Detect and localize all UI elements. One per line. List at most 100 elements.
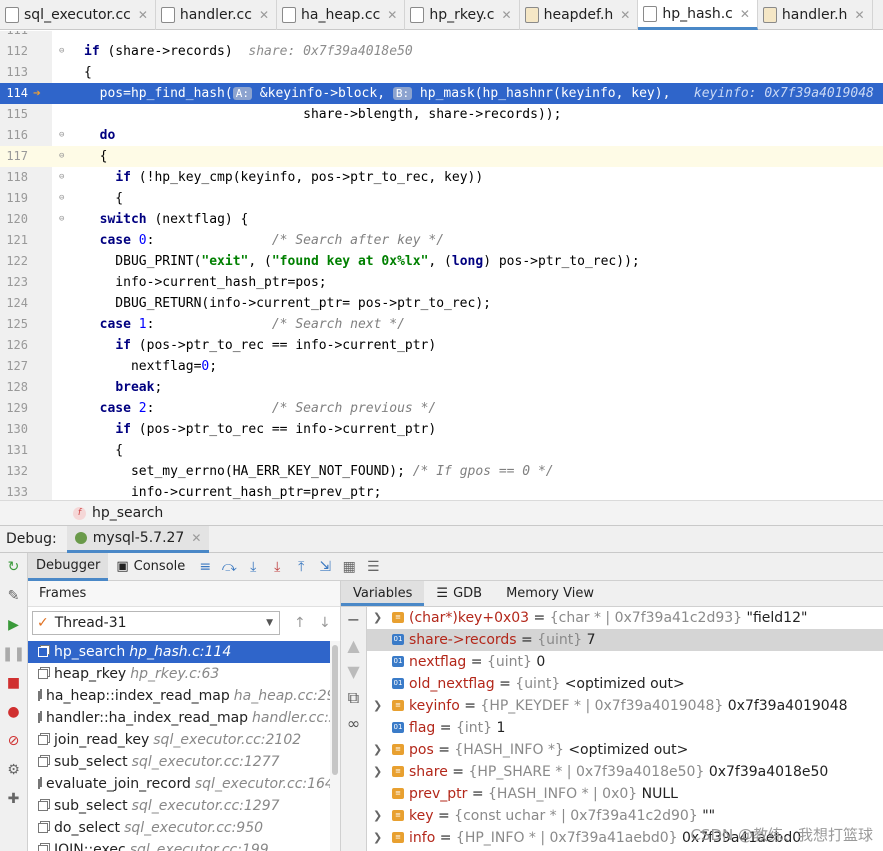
- line-number[interactable]: 127: [0, 356, 28, 377]
- code-line[interactable]: 112 if (share->records) share: 0x7f39a401…: [0, 41, 883, 62]
- code-line[interactable]: 115 share->blength, share->records));: [0, 104, 883, 125]
- fold-icon[interactable]: ⊖: [59, 209, 64, 230]
- line-number[interactable]: 128: [0, 377, 28, 398]
- line-number[interactable]: 115: [0, 104, 28, 125]
- code-line[interactable]: 111: [0, 31, 883, 41]
- breadcrumb-function[interactable]: hp_search: [92, 505, 163, 521]
- tab-debugger[interactable]: Debugger: [28, 552, 109, 581]
- line-number[interactable]: 114: [0, 83, 28, 104]
- line-number[interactable]: 132: [0, 461, 28, 482]
- code-line[interactable]: 132 set_my_errno(HA_ERR_KEY_NOT_FOUND); …: [0, 461, 883, 482]
- close-icon[interactable]: ✕: [387, 8, 397, 22]
- resume-icon[interactable]: ▶: [0, 611, 27, 640]
- arrow-up-icon[interactable]: ↑: [294, 615, 306, 631]
- copy-icon[interactable]: ⧉: [341, 685, 366, 711]
- close-icon[interactable]: ✕: [854, 8, 864, 22]
- code-line[interactable]: 126 if (pos->ptr_to_rec == info->current…: [0, 335, 883, 356]
- breadcrumb[interactable]: f hp_search: [0, 500, 883, 525]
- variable-row[interactable]: ≡ prev_ptr = {HASH_INFO * | 0x0} NULL: [367, 783, 883, 805]
- chevron-right-icon[interactable]: ❯: [373, 827, 382, 849]
- tab-console[interactable]: ▣ Console: [108, 553, 193, 581]
- fold-icon[interactable]: ⊖: [59, 188, 64, 209]
- layout-icon[interactable]: ☰: [361, 559, 385, 575]
- code-line[interactable]: 120 switch (nextflag) {⊖: [0, 209, 883, 230]
- run-to-cursor-icon[interactable]: ⇲: [313, 559, 337, 575]
- code-line[interactable]: 123 info->current_hash_ptr=pos;: [0, 272, 883, 293]
- line-number[interactable]: 133: [0, 482, 28, 500]
- frame-item[interactable]: sub_select sql_executor.cc:1297: [28, 795, 330, 817]
- variable-row[interactable]: 01 flag = {int} 1: [367, 717, 883, 739]
- code-line[interactable]: 117 {⊖: [0, 146, 883, 167]
- code-line[interactable]: 133 info->current_hash_ptr=prev_ptr;: [0, 482, 883, 500]
- tab-heapdef-h[interactable]: heapdef.h ✕: [520, 0, 639, 30]
- code-line[interactable]: 113 {: [0, 62, 883, 83]
- close-icon[interactable]: ✕: [620, 8, 630, 22]
- step-out-icon[interactable]: ⤒: [289, 559, 313, 575]
- debug-session-tab[interactable]: mysql-5.7.27 ✕: [66, 525, 210, 553]
- variable-row[interactable]: 01 share->records = {uint} 7: [367, 629, 883, 651]
- close-icon[interactable]: ✕: [259, 8, 269, 22]
- view-breakpoints-icon[interactable]: ●: [0, 698, 27, 727]
- fold-icon[interactable]: ⊖: [59, 41, 64, 62]
- line-number[interactable]: 125: [0, 314, 28, 335]
- line-number[interactable]: 118: [0, 167, 28, 188]
- settings-wrench-icon[interactable]: ✎: [0, 582, 27, 611]
- fold-icon[interactable]: ⊖: [59, 167, 64, 188]
- step-over-icon[interactable]: ⤼: [217, 559, 241, 575]
- fold-icon[interactable]: ⊖: [59, 146, 64, 167]
- variable-row[interactable]: ❯ ≡ (char*)key+0x03 = {char * | 0x7f39a41c…: [367, 607, 883, 629]
- variable-row[interactable]: ❯ ≡ keyinfo = {HP_KEYDEF * | 0x7f39a401904…: [367, 695, 883, 717]
- move-up-icon[interactable]: ▲: [341, 633, 366, 659]
- code-line[interactable]: 121 case 0: /* Search after key */: [0, 230, 883, 251]
- chevron-right-icon[interactable]: ❯: [373, 805, 382, 827]
- code-line[interactable]: 116 do ⊖: [0, 125, 883, 146]
- code-line[interactable]: 124 DBUG_RETURN(info->current_ptr= pos->…: [0, 293, 883, 314]
- close-icon[interactable]: ✕: [502, 8, 512, 22]
- chevron-right-icon[interactable]: ❯: [373, 607, 382, 629]
- chevron-right-icon[interactable]: ❯: [373, 761, 382, 783]
- variable-row[interactable]: ❯ ≡ share = {HP_SHARE * | 0x7f39a4018e50} …: [367, 761, 883, 783]
- tab-variables[interactable]: Variables: [341, 581, 425, 606]
- line-number[interactable]: 112: [0, 41, 28, 62]
- glasses-icon[interactable]: ∞: [341, 711, 366, 737]
- variable-row[interactable]: 01 nextflag = {uint} 0: [367, 651, 883, 673]
- code-line[interactable]: 131 {: [0, 440, 883, 461]
- line-number[interactable]: 123: [0, 272, 28, 293]
- frames-scrollbar[interactable]: [330, 641, 340, 851]
- tab-handler-cc[interactable]: handler.cc ✕: [156, 0, 278, 30]
- tab-sql-executor-cc[interactable]: sql_executor.cc ✕: [0, 0, 156, 30]
- variable-row[interactable]: ❯ ≡ pos = {HASH_INFO *} <optimized out>: [367, 739, 883, 761]
- frame-item[interactable]: JOIN::exec sql_executor.cc:199: [28, 839, 330, 851]
- variable-row[interactable]: 01 old_nextflag = {uint} <optimized out>: [367, 673, 883, 695]
- line-number[interactable]: 111: [0, 31, 28, 41]
- pin-icon[interactable]: ✚: [0, 785, 27, 814]
- line-number[interactable]: 117: [0, 146, 28, 167]
- evaluate-icon[interactable]: ▦: [337, 559, 361, 575]
- tab-handler-h[interactable]: handler.h ✕: [758, 0, 873, 30]
- tab-memory-view[interactable]: Memory View: [494, 581, 606, 606]
- mute-breakpoints-icon[interactable]: ⊘: [0, 727, 27, 756]
- line-number[interactable]: 120: [0, 209, 28, 230]
- thread-selector[interactable]: ✓ Thread-31 ▼: [32, 611, 280, 635]
- frame-item[interactable]: do_select sql_executor.cc:950: [28, 817, 330, 839]
- code-line[interactable]: 122 DBUG_PRINT("exit", ("found key at 0x…: [0, 251, 883, 272]
- line-number[interactable]: 122: [0, 251, 28, 272]
- frame-item[interactable]: heap_rkey hp_rkey.c:63: [28, 663, 330, 685]
- line-number[interactable]: 129: [0, 398, 28, 419]
- force-step-into-icon[interactable]: ⤓: [265, 559, 289, 575]
- line-number[interactable]: 126: [0, 335, 28, 356]
- gear-icon[interactable]: ⚙: [0, 756, 27, 785]
- execution-line[interactable]: 114 pos=hp_find_hash(A: &keyinfo->block,…: [0, 83, 883, 104]
- frame-item[interactable]: evaluate_join_record sql_executor.cc:1645: [28, 773, 330, 795]
- close-icon[interactable]: ✕: [191, 531, 201, 545]
- line-number[interactable]: 131: [0, 440, 28, 461]
- frame-item[interactable]: handler::ha_index_read_maphandler.cc:30: [28, 707, 330, 729]
- code-editor[interactable]: 111112 if (share->records) share: 0x7f39a…: [0, 31, 883, 500]
- fold-icon[interactable]: ⊖: [59, 125, 64, 146]
- code-line[interactable]: 118 if (!hp_key_cmp(keyinfo, pos->ptr_to…: [0, 167, 883, 188]
- step-into-icon[interactable]: ⤓: [241, 559, 265, 575]
- line-number[interactable]: 116: [0, 125, 28, 146]
- line-number[interactable]: 113: [0, 62, 28, 83]
- code-line[interactable]: 130 if (pos->ptr_to_rec == info->current…: [0, 419, 883, 440]
- chevron-right-icon[interactable]: ❯: [373, 695, 382, 717]
